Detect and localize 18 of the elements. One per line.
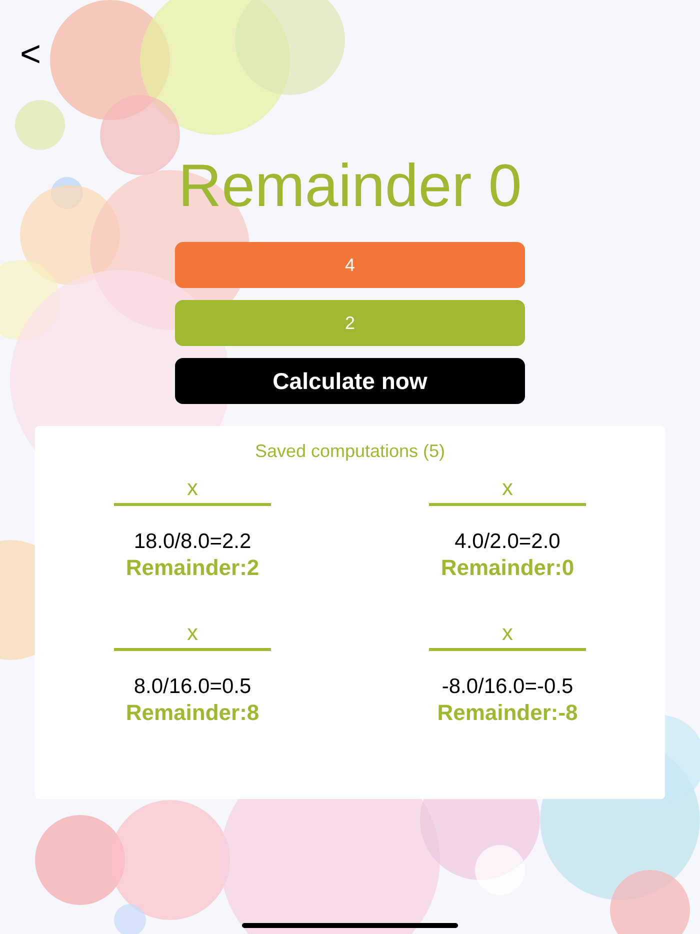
equation-text: 18.0/8.0=2.2 bbox=[134, 530, 252, 554]
delete-button[interactable]: x bbox=[114, 618, 271, 651]
remainder-text: Remainder:8 bbox=[126, 699, 260, 727]
remainder-text: Remainder:2 bbox=[126, 554, 260, 582]
equation-text: 8.0/16.0=0.5 bbox=[134, 675, 252, 699]
number-field[interactable]: 2 bbox=[175, 300, 525, 346]
calculate-button[interactable]: Calculate now bbox=[175, 358, 525, 404]
delete-button[interactable]: x bbox=[114, 473, 271, 506]
number-field[interactable]: 4 bbox=[175, 242, 525, 288]
remainder-text: Remainder:0 bbox=[440, 554, 574, 582]
equation-text: 4.0/2.0=2.0 bbox=[454, 530, 560, 554]
equation-text: -8.0/16.0=-0.5 bbox=[442, 675, 574, 699]
result-title: Remainder 0 bbox=[178, 156, 522, 216]
back-button[interactable]: < bbox=[20, 36, 42, 72]
remainder-text: Remainder:-8 bbox=[437, 699, 578, 727]
delete-button[interactable]: x bbox=[429, 618, 586, 651]
saved-heading: Saved computations (5) bbox=[254, 440, 446, 463]
delete-button[interactable]: x bbox=[429, 473, 586, 506]
